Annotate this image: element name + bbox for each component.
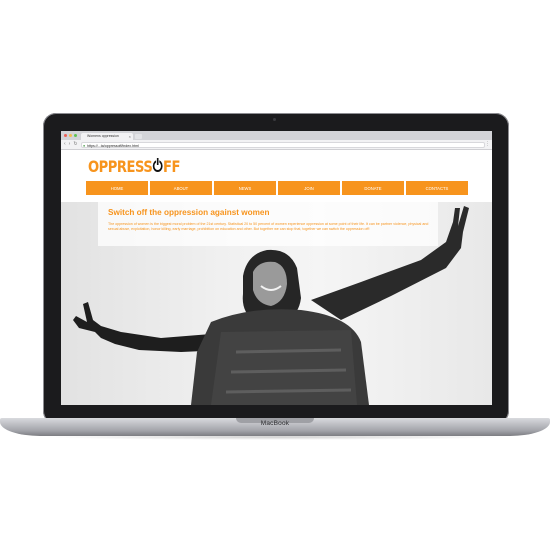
lock-icon: ●	[83, 143, 86, 148]
camera-icon	[273, 118, 276, 121]
browser-tab-bar: Womens oppression ×	[61, 131, 492, 140]
nav-home[interactable]: HOME	[86, 181, 148, 195]
url-text: https://...ta/oppressoff/index.html	[87, 143, 139, 148]
nav-about[interactable]: ABOUT	[150, 181, 212, 195]
back-icon[interactable]: ‹	[64, 141, 66, 147]
nav-contacts[interactable]: CONTACTS	[406, 181, 468, 195]
web-page: OPPRESS FF HOME ABOUT NEWS JOIN DONATE C…	[61, 150, 492, 405]
close-window-icon[interactable]	[64, 134, 67, 137]
nav-news[interactable]: NEWS	[214, 181, 276, 195]
hero-headline: Switch off the oppression against women	[108, 208, 270, 217]
laptop-screen: Womens oppression × ‹ › ↻ ● https://...t…	[61, 131, 492, 405]
logo-text-right: FF	[162, 156, 180, 176]
tab-title: Womens oppression	[87, 134, 119, 138]
nav-donate[interactable]: DONATE	[342, 181, 404, 195]
minimize-window-icon[interactable]	[69, 134, 72, 137]
main-nav: HOME ABOUT NEWS JOIN DONATE CONTACTS	[86, 181, 468, 195]
new-tab-button[interactable]	[135, 134, 142, 139]
site-logo[interactable]: OPPRESS FF	[88, 156, 180, 176]
hero-body-text: The oppression of women is the biggest m…	[108, 222, 429, 231]
forward-icon[interactable]: ›	[69, 141, 71, 147]
browser-nav-buttons: ‹ › ↻	[64, 141, 78, 147]
address-bar[interactable]: ● https://...ta/oppressoff/index.html	[81, 141, 485, 148]
reload-icon[interactable]: ↻	[73, 141, 77, 147]
laptop-brand-label: MacBook	[260, 420, 290, 427]
maximize-window-icon[interactable]	[74, 134, 77, 137]
browser-menu-icon[interactable]: ⋮	[485, 141, 490, 147]
window-controls	[64, 134, 77, 137]
browser-toolbar: ‹ › ↻ ● https://...ta/oppressoff/index.h…	[61, 140, 492, 150]
logo-text-left: OPPRESS	[88, 156, 153, 176]
power-icon	[152, 158, 163, 172]
nav-join[interactable]: JOIN	[278, 181, 340, 195]
hero-section: Switch off the oppression against women …	[61, 202, 492, 405]
browser-tab[interactable]: Womens oppression ×	[81, 133, 133, 140]
close-tab-icon[interactable]: ×	[129, 133, 131, 140]
